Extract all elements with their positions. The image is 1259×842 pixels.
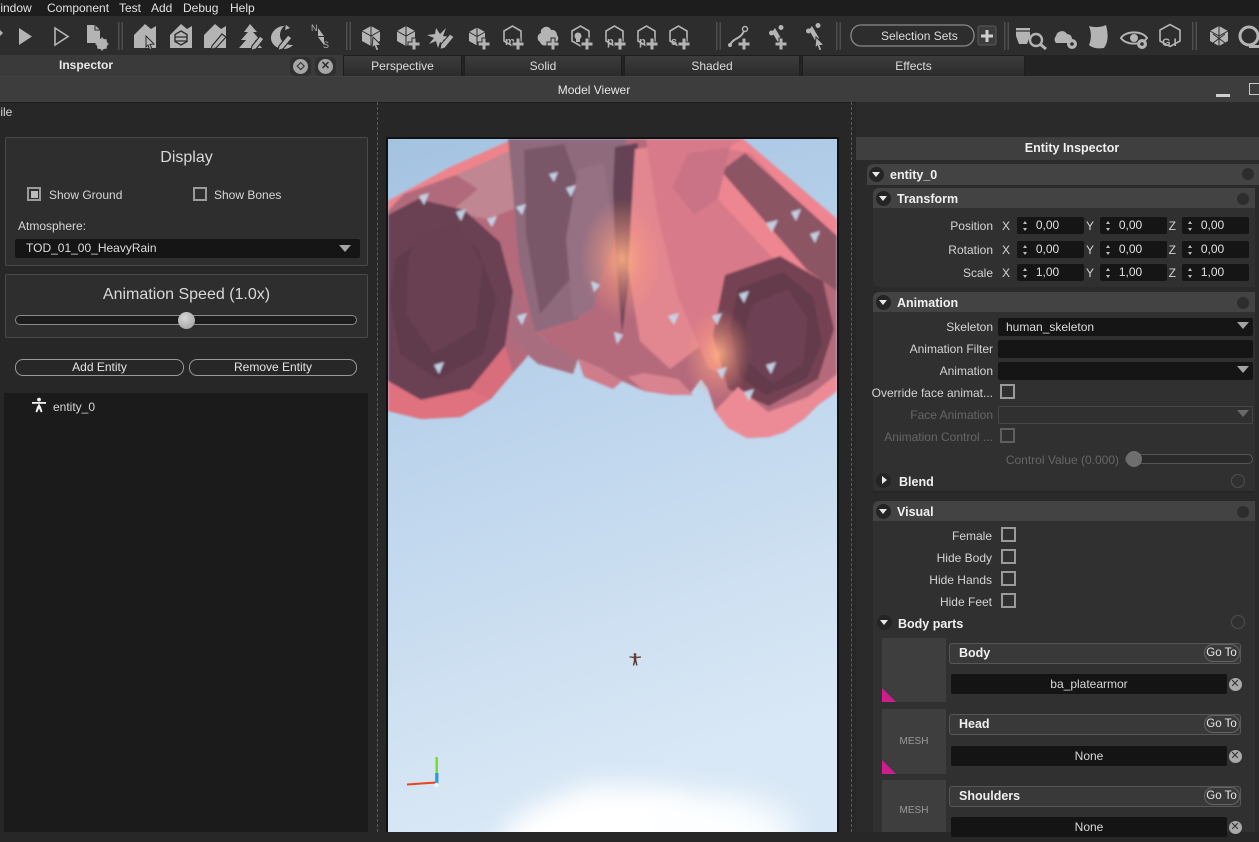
svg-text:p: p <box>639 36 646 48</box>
svg-text:p: p <box>607 36 614 48</box>
svg-text:s: s <box>671 36 677 48</box>
svg-text:S: S <box>323 40 329 50</box>
svg-text:N: N <box>311 23 318 33</box>
svg-text:Selection Sets: Selection Sets <box>881 29 958 43</box>
svg-text:G I: G I <box>1162 37 1177 49</box>
